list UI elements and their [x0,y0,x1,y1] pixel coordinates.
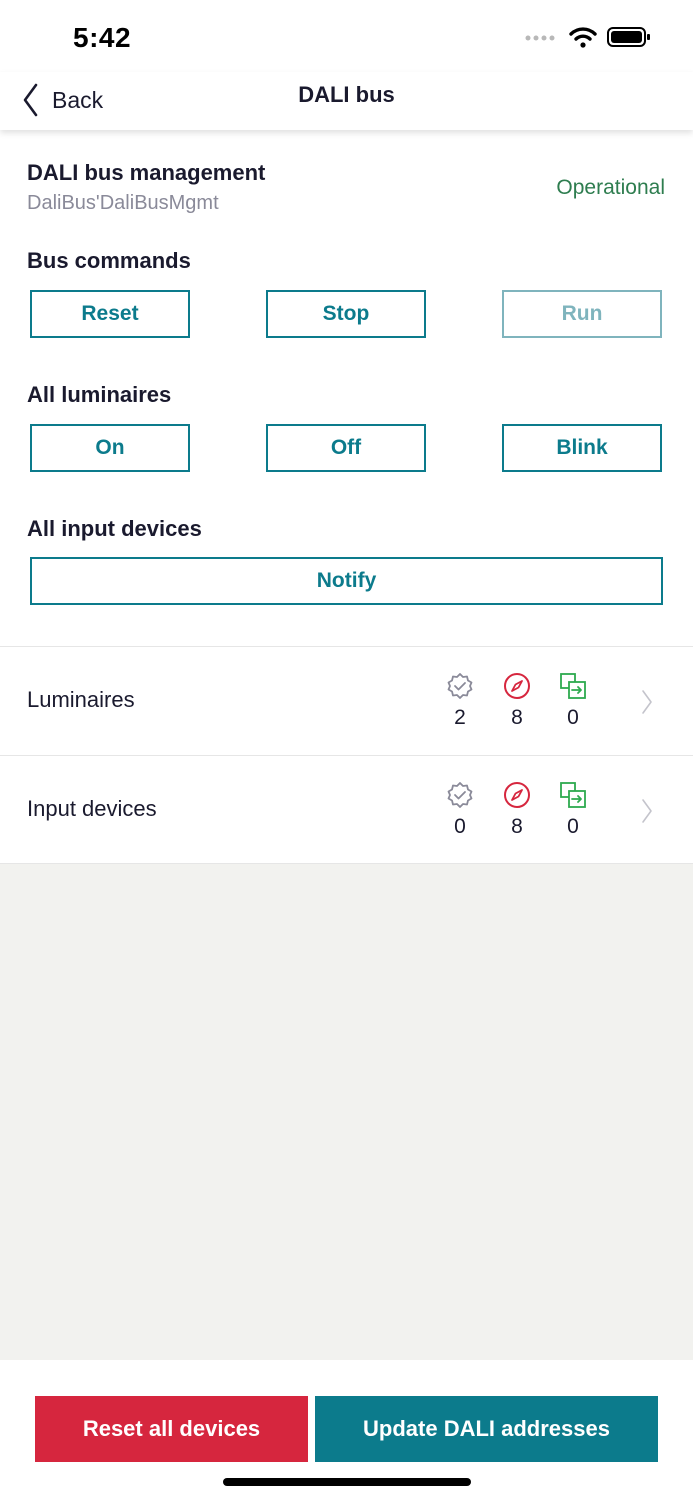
assigned-count: 0 [567,815,579,838]
ok-stat: 2 [440,672,480,730]
signal-icon [525,35,555,41]
chevron-right-icon [642,799,652,823]
reset-all-devices-button[interactable]: Reset all devices [35,1396,308,1462]
battery-icon [607,27,650,47]
status-time: 5:42 [73,22,132,53]
all-input-devices-label: All input devices [27,516,202,541]
wifi-icon [569,27,597,48]
bus-commands-label: Bus commands [27,248,191,273]
blink-button[interactable]: Blink [502,424,662,472]
fault-count: 8 [511,815,523,838]
compass-icon [504,782,530,808]
notify-button[interactable]: Notify [30,557,663,605]
ok-stat: 0 [440,781,480,839]
chevron-right-icon [642,690,652,714]
list-item-input-devices[interactable]: Input devices 0 8 0 [0,755,693,864]
update-dali-addresses-button[interactable]: Update DALI addresses [315,1396,658,1462]
device-list: Luminaires 2 8 0 Input devices 0 8 0 [0,646,693,864]
badge-check-icon [447,673,473,699]
reset-button[interactable]: Reset [30,290,190,338]
run-button[interactable]: Run [502,290,662,338]
all-luminaires-label: All luminaires [27,382,172,407]
fault-count: 8 [511,706,523,729]
row-label: Input devices [27,796,157,821]
nav-bar: Back DALI bus [0,72,693,130]
assigned-stat: 0 [553,781,593,839]
on-button[interactable]: On [30,424,190,472]
status-bar: 5:42 [0,0,693,72]
ok-count: 2 [454,706,466,729]
status-icons [525,26,651,48]
off-button[interactable]: Off [266,424,426,472]
list-item-luminaires[interactable]: Luminaires 2 8 0 [0,646,693,755]
fault-stat: 8 [497,672,537,730]
stop-button[interactable]: Stop [266,290,426,338]
assigned-stat: 0 [553,672,593,730]
management-subtitle: DaliBus'DaliBusMgmt [27,192,219,214]
copy-arrow-icon [560,782,586,808]
compass-icon [504,673,530,699]
management-title: DALI bus management [27,160,266,185]
ok-count: 0 [454,815,466,838]
home-indicator [223,1478,471,1486]
fault-stat: 8 [497,781,537,839]
copy-arrow-icon [560,673,586,699]
bus-management-panel: DALI bus management DaliBus'DaliBusMgmt … [0,130,693,646]
page-title: DALI bus [298,82,395,107]
assigned-count: 0 [567,706,579,729]
status-badge: Operational [556,176,665,199]
badge-check-icon [447,782,473,808]
row-label: Luminaires [27,687,135,712]
